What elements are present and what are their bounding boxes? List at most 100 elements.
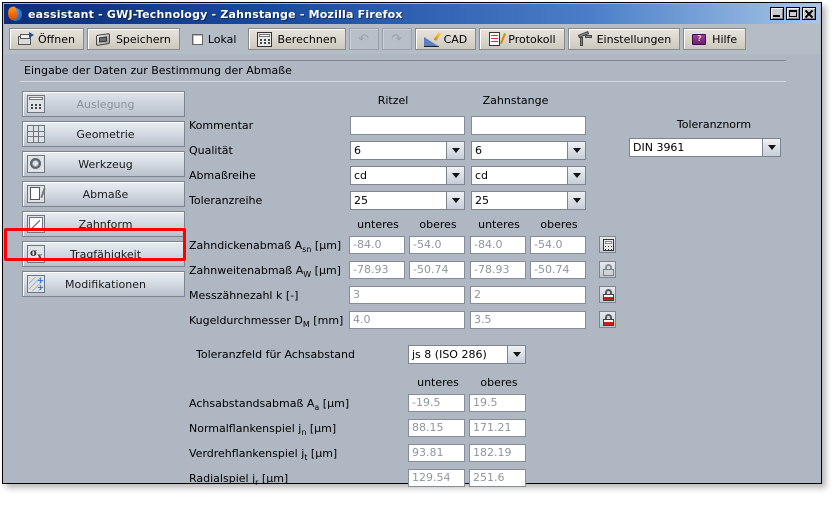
label-unit: [µm]: [258, 472, 289, 485]
firefox-icon: [6, 5, 23, 22]
label-main: Kugeldurchmesser D: [189, 314, 303, 327]
messzaehnezahl-ritzel[interactable]: 3: [349, 286, 465, 304]
zahndickenabmass-ritzel-oberes[interactable]: -54.0: [409, 236, 465, 254]
clearance-header-oberes: oberes: [480, 376, 518, 389]
messzaehnezahl-lock-button[interactable]: [599, 286, 616, 303]
subheader-oberes-ritzel: oberes: [419, 218, 457, 231]
label-unit: [µm]: [307, 447, 338, 460]
protokoll-button[interactable]: Protokoll: [479, 28, 565, 50]
label-main: Zahnweitenabmaß A: [189, 264, 304, 277]
toleranznorm-select[interactable]: DIN 3961: [629, 138, 781, 157]
chevron-down-icon[interactable]: [567, 192, 585, 209]
verdrehflankenspiel-oberes[interactable]: 182.19: [469, 444, 526, 462]
toleranznorm-label: Toleranznorm: [676, 118, 752, 131]
toleranzreihe-zahnstange-select[interactable]: 25: [471, 191, 586, 210]
label-qualitaet: Qualität: [189, 144, 233, 157]
label-unit: [mm]: [309, 314, 344, 327]
abmassreihe-ritzel-value: cd: [354, 169, 368, 182]
kugeldurchmesser-lock-button[interactable]: [599, 311, 616, 328]
label-verdrehflankenspiel: Verdrehflankenspiel jt [µm]: [189, 447, 338, 462]
achsabstandsabmass-oberes[interactable]: 19.5: [469, 394, 526, 412]
label-unit: [µm]: [319, 397, 350, 410]
label-main: Verdrehflankenspiel j: [189, 447, 305, 460]
zahndickenabmass-ritzel-unteres[interactable]: -84.0: [349, 236, 405, 254]
zahnweitenabmass-lock-button[interactable]: [599, 261, 616, 278]
cad-button-label: CAD: [443, 32, 468, 46]
label-sub: t: [304, 453, 308, 462]
redo-button[interactable]: ↷: [381, 28, 412, 50]
open-folder-icon: [18, 31, 34, 47]
lokal-checkbox-group[interactable]: Lokal: [182, 28, 246, 50]
cad-button[interactable]: CAD: [414, 28, 477, 50]
berechnen-button[interactable]: Berechnen: [248, 28, 346, 50]
kommentar-zahnstange-input[interactable]: [471, 116, 586, 135]
label-kommentar: Kommentar: [189, 119, 254, 132]
chevron-down-icon[interactable]: [507, 346, 525, 363]
chevron-down-icon[interactable]: [446, 192, 464, 209]
verdrehflankenspiel-unteres[interactable]: 93.81: [408, 444, 465, 462]
hilfe-button-label: Hilfe: [712, 32, 738, 46]
radialspiel-oberes[interactable]: 251.6: [469, 469, 526, 487]
label-sub: a: [314, 403, 320, 412]
messzaehnezahl-zahnstange[interactable]: 2: [470, 286, 586, 304]
column-header-zahnstange: Zahnstange: [482, 94, 549, 107]
label-unit: [µm]: [311, 264, 341, 277]
form-panel: Ritzel Zahnstange Toleranznorm DIN 3961 …: [4, 54, 820, 487]
close-icon[interactable]: [802, 7, 816, 20]
window-title: eassistant - GWJ-Technology - Zahnstange…: [28, 7, 403, 21]
checkbox-icon[interactable]: [191, 33, 203, 45]
radialspiel-unteres[interactable]: 129.54: [408, 469, 465, 487]
chevron-down-icon[interactable]: [567, 167, 585, 184]
zahnweitenabmass-ritzel-unteres[interactable]: -78.93: [349, 261, 405, 279]
lokal-label: Lokal: [207, 32, 237, 46]
redo-icon: ↷: [391, 31, 403, 47]
save-button[interactable]: Speichern: [86, 28, 180, 50]
zahndickenabmass-zahnstange-oberes[interactable]: -54.0: [530, 236, 586, 254]
label-zahnweitenabmass: Zahnweitenabmaß AW [µm]: [189, 264, 341, 279]
maximize-icon[interactable]: [786, 7, 800, 20]
cad-icon: [423, 31, 441, 47]
label-zahndickenabmass: Zahndickenabmaß Asn [µm]: [189, 239, 342, 254]
toleranzfeld-select[interactable]: js 8 (ISO 286): [408, 345, 526, 364]
einstellungen-button-label: Einstellungen: [596, 32, 672, 46]
toleranzreihe-ritzel-select[interactable]: 25: [350, 191, 465, 210]
undo-icon: ↶: [358, 31, 370, 47]
settings-icon: [577, 30, 592, 47]
toleranzreihe-zahnstange-value: 25: [475, 194, 489, 207]
qualitaet-ritzel-select[interactable]: 6: [350, 141, 465, 160]
minimize-icon[interactable]: [770, 7, 784, 20]
abmassreihe-ritzel-select[interactable]: cd: [350, 166, 465, 185]
label-toleranzreihe: Toleranzreihe: [189, 194, 263, 207]
toleranzreihe-ritzel-value: 25: [354, 194, 368, 207]
hilfe-button[interactable]: ? Hilfe: [683, 28, 747, 50]
normalflankenspiel-oberes[interactable]: 171.21: [469, 419, 526, 437]
label-sub: r: [255, 478, 259, 487]
zahnweitenabmass-ritzel-oberes[interactable]: -50.74: [409, 261, 465, 279]
qualitaet-zahnstange-select[interactable]: 6: [471, 141, 586, 160]
chevron-down-icon[interactable]: [446, 142, 464, 159]
kugeldurchmesser-ritzel[interactable]: 4.0: [349, 311, 465, 329]
qualitaet-zahnstange-value: 6: [475, 144, 482, 157]
zahnweitenabmass-zahnstange-oberes[interactable]: -50.74: [530, 261, 586, 279]
zahndickenabmass-calculate-button[interactable]: [599, 236, 616, 253]
zahndickenabmass-zahnstange-unteres[interactable]: -84.0: [470, 236, 526, 254]
chevron-down-icon[interactable]: [567, 142, 585, 159]
label-unit: [µm]: [311, 239, 342, 252]
chevron-down-icon[interactable]: [762, 139, 780, 156]
zahnweitenabmass-zahnstange-unteres[interactable]: -78.93: [470, 261, 526, 279]
undo-button[interactable]: ↶: [348, 28, 379, 50]
achsabstandsabmass-unteres[interactable]: -19.5: [408, 394, 465, 412]
subheader-unteres-zahnstange: unteres: [478, 218, 520, 231]
abmassreihe-zahnstange-select[interactable]: cd: [471, 166, 586, 185]
kugeldurchmesser-zahnstange[interactable]: 3.5: [470, 311, 586, 329]
label-sub: M: [302, 320, 310, 329]
chevron-down-icon[interactable]: [446, 167, 464, 184]
open-button[interactable]: Öffnen: [9, 28, 84, 50]
abmassreihe-zahnstange-value: cd: [475, 169, 489, 182]
kommentar-ritzel-input[interactable]: [350, 116, 465, 135]
label-sub: n: [301, 428, 307, 437]
einstellungen-button[interactable]: Einstellungen: [567, 28, 681, 50]
label-messzaehnezahl: Messzähnezahl k [-]: [189, 289, 299, 302]
help-book-icon: ?: [692, 32, 707, 47]
normalflankenspiel-unteres[interactable]: 88.15: [408, 419, 465, 437]
